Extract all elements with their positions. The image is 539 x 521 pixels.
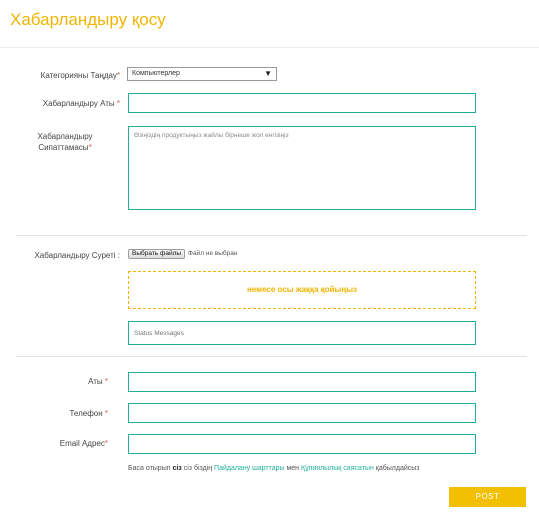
description-placeholder: Өзіңіздің продуктыңыз жайлы бірнеше жол …	[134, 132, 289, 139]
phone-label: Телефон *	[20, 408, 108, 419]
choose-file-button[interactable]: Выбрать файлы	[128, 249, 186, 259]
required-mark: *	[116, 71, 120, 80]
image-dropzone[interactable]: немесе осы жаққа қойыңыз	[128, 271, 476, 309]
required-mark: *	[102, 377, 108, 386]
privacy-policy-link[interactable]: Құпиялылық саясатын	[301, 465, 374, 472]
email-input[interactable]	[128, 434, 476, 454]
terms-suffix: қабылдайсыз	[373, 465, 420, 472]
status-messages-text: Status Messages	[134, 330, 184, 337]
category-label-text: Категорияны Таңдау	[40, 71, 117, 80]
name-label: Аты *	[20, 376, 108, 387]
phone-label-text: Телефон	[69, 409, 103, 418]
terms-middle: сіз біздің	[181, 465, 215, 472]
terms-conj: мен	[284, 465, 301, 472]
terms-of-use-link[interactable]: Пайдалану шарттары	[214, 465, 285, 472]
title-divider	[0, 47, 539, 48]
ad-name-input[interactable]	[128, 93, 476, 113]
required-mark: *	[102, 409, 108, 418]
description-textarea[interactable]: Өзіңіздің продуктыңыз жайлы бірнеше жол …	[128, 126, 476, 210]
terms-prefix: Баса отырып	[128, 465, 173, 472]
file-status-text: Файл не выбран	[188, 250, 238, 257]
category-label: Категорияны Таңдау*	[20, 70, 120, 81]
ad-name-label-text: Хабарландыру Аты	[42, 99, 115, 108]
required-mark: *	[114, 99, 120, 108]
image-label: Хабарландыру Суреті :	[34, 251, 120, 260]
ad-name-label: Хабарландыру Аты *	[20, 98, 120, 109]
category-select[interactable]: Компьютерлер ▼	[127, 67, 277, 81]
terms-text: Баса отырып сіз сіз біздің Пайдалану шар…	[128, 465, 420, 472]
chevron-down-icon: ▼	[264, 69, 272, 78]
required-mark: *	[104, 439, 108, 448]
description-label-line2: Сипаттамасы	[38, 143, 89, 152]
description-label: Хабарландыру Сипаттамасы*	[20, 131, 110, 153]
status-messages-box: Status Messages	[128, 321, 476, 345]
required-mark: *	[88, 143, 92, 152]
terms-bold: сіз	[172, 465, 182, 472]
category-selected-value: Компьютерлер	[132, 70, 180, 77]
email-label-text: Email Адрес	[59, 439, 105, 448]
name-label-text: Аты	[88, 377, 103, 386]
page-title: Хабарландыру қосу	[10, 10, 166, 29]
section-divider	[16, 235, 527, 236]
post-button[interactable]: POST	[449, 487, 526, 507]
name-input[interactable]	[128, 372, 476, 392]
phone-input[interactable]	[128, 403, 476, 423]
section-divider	[16, 356, 527, 357]
dropzone-text: немесе осы жаққа қойыңыз	[246, 285, 358, 294]
email-label: Email Адрес*	[20, 438, 108, 449]
description-label-line1: Хабарландыру	[37, 132, 93, 141]
